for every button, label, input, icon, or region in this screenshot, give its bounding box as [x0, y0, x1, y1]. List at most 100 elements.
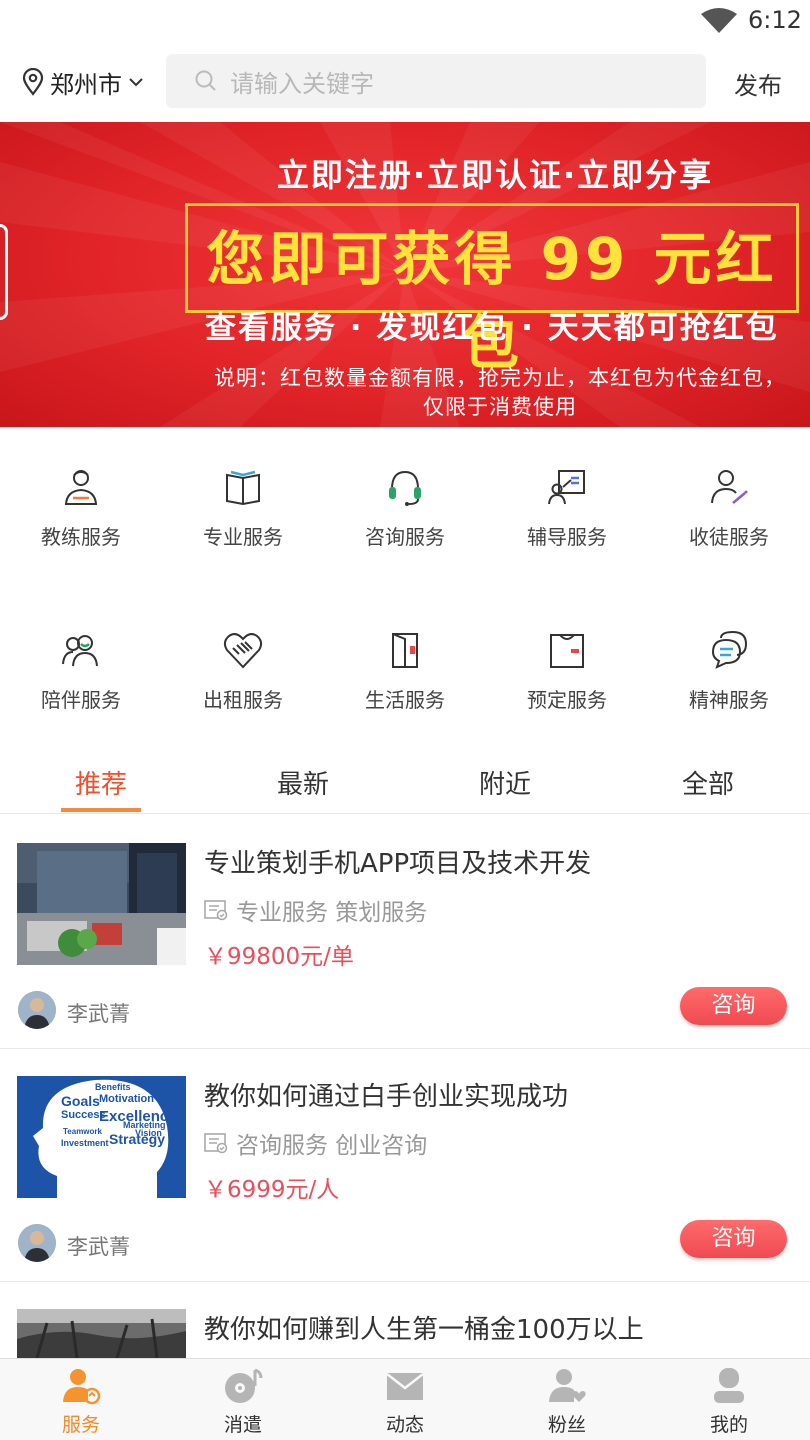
listing-thumbnail-brain[interactable]: Benefits Motivation Goals Success Excell… — [17, 1076, 186, 1198]
listing-tabs: 推荐 最新 附近 全部 — [0, 752, 810, 814]
thumb-word: Vision — [135, 1128, 162, 1138]
thumb-word: Investment — [61, 1138, 109, 1148]
listing-category-text: 专业服务 策划服务 — [236, 900, 428, 926]
banner-note: 说明：红包数量金额有限，抢完为止，本红包为代金红包，仅限于消费使用 — [214, 366, 786, 419]
listing-thumbnail-tree[interactable] — [17, 1309, 186, 1358]
category-label: 预定服务 — [527, 688, 607, 712]
nav-fans[interactable]: 粉丝 — [486, 1359, 648, 1440]
category-reserve[interactable]: 预定服务 — [486, 630, 648, 740]
search-icon — [195, 70, 216, 91]
avatar-image — [18, 1224, 56, 1262]
listing-title[interactable]: 教你如何通过白手创业实现成功 — [204, 1076, 568, 1113]
nav-leisure[interactable]: 消遣 — [162, 1359, 324, 1440]
app-screen: 6:12 郑州市 请输入关键字 发布 立即注册·立即认证·立即分享 您即可获得 … — [0, 0, 810, 1440]
tree-photo — [17, 1309, 186, 1358]
promo-banner[interactable]: 立即注册·立即认证·立即分享 您即可获得 99 元红包 查看服务 · 发现红包 … — [0, 122, 810, 427]
nav-service[interactable]: 服务 — [0, 1359, 162, 1440]
nav-label: 消遣 — [223, 1414, 262, 1436]
category-label: 辅导服务 — [527, 525, 607, 549]
listing-price: ￥6999元/人 — [204, 1177, 340, 1203]
brain-words-image: Benefits Motivation Goals Success Excell… — [17, 1076, 186, 1198]
search-input[interactable]: 请输入关键字 — [166, 54, 706, 108]
door-icon — [392, 633, 418, 668]
tab-recommend[interactable]: 推荐 — [41, 764, 161, 801]
consult-button[interactable]: 咨询 — [680, 1220, 787, 1258]
banner-line1: 立即注册·立即认证·立即分享 — [276, 156, 714, 194]
author-name[interactable]: 李武菁 — [67, 1231, 130, 1261]
search-placeholder: 请输入关键字 — [230, 69, 374, 98]
category-label: 精神服务 — [689, 688, 769, 712]
listing-card[interactable]: 教你如何赚到人生第一桶金100万以上 — [0, 1281, 810, 1358]
coach-icon — [64, 470, 98, 505]
banner-edge-tab — [0, 224, 8, 320]
headset-icon — [389, 470, 421, 506]
category-label: 教练服务 — [41, 525, 121, 549]
category-spirit[interactable]: 精神服务 — [648, 630, 810, 740]
listing-title[interactable]: 专业策划手机APP项目及技术开发 — [204, 843, 591, 880]
listing-price: ￥99800元/单 — [204, 944, 354, 970]
tab-latest[interactable]: 最新 — [243, 764, 363, 801]
listing-thumbnail-office[interactable] — [17, 843, 186, 965]
nav-me[interactable]: 我的 — [648, 1359, 810, 1440]
status-time: 6:12 — [748, 6, 802, 34]
status-bar: 6:12 — [0, 0, 810, 44]
category-label: 出租服务 — [203, 688, 283, 712]
thumb-word: Teamwork — [63, 1127, 103, 1136]
listing-card[interactable]: 专业策划手机APP项目及技术开发 专业服务 策划服务 ￥99800元/单 李武菁… — [0, 815, 810, 1049]
thumb-word: Motivation — [99, 1093, 154, 1105]
category-coach[interactable]: 教练服务 — [0, 467, 162, 577]
author-name[interactable]: 李武菁 — [67, 998, 130, 1028]
office-photo — [17, 843, 186, 965]
listing-card[interactable]: Benefits Motivation Goals Success Excell… — [0, 1048, 810, 1282]
handshake-icon — [223, 633, 263, 669]
category-apprentice[interactable]: 收徒服务 — [648, 467, 810, 577]
category-label: 收徒服务 — [689, 525, 769, 549]
category-rental[interactable]: 出租服务 — [162, 630, 324, 740]
category-tutor[interactable]: 辅导服务 — [486, 467, 648, 577]
profile-icon — [714, 1368, 744, 1403]
category-label: 生活服务 — [365, 688, 445, 712]
avatar-image — [18, 991, 56, 1029]
thumb-word: Benefits — [95, 1082, 131, 1092]
chat-bubble-icon — [711, 630, 748, 669]
category-companion[interactable]: 陪伴服务 — [0, 630, 162, 740]
publish-button[interactable]: 发布 — [734, 66, 782, 101]
category-life[interactable]: 生活服务 — [324, 630, 486, 740]
listing-category-text: 咨询服务 创业咨询 — [236, 1133, 428, 1159]
listing-category: 专业服务 策划服务 — [204, 893, 427, 927]
active-tab-indicator — [61, 808, 141, 812]
category-tag-icon — [204, 1133, 228, 1154]
location-pin-icon — [22, 68, 44, 96]
listing-category: 咨询服务 创业咨询 — [204, 1126, 427, 1160]
top-header: 郑州市 请输入关键字 发布 — [0, 44, 810, 122]
category-label: 陪伴服务 — [41, 688, 121, 712]
music-disc-icon — [225, 1368, 263, 1403]
nav-label: 服务 — [61, 1414, 100, 1436]
banner-line3: 查看服务 · 发现红包 · 天天都可抢红包 — [205, 310, 779, 346]
nav-label: 动态 — [385, 1414, 424, 1436]
reserve-shirt-icon — [550, 634, 584, 668]
listing-title[interactable]: 教你如何赚到人生第一桶金100万以上 — [204, 1309, 644, 1346]
city-selector[interactable]: 郑州市 — [22, 64, 144, 100]
author-avatar[interactable] — [18, 991, 56, 1029]
category-professional[interactable]: 专业服务 — [162, 467, 324, 577]
author-avatar[interactable] — [18, 1224, 56, 1262]
companion-icon — [62, 635, 98, 667]
apprentice-icon — [711, 470, 748, 504]
service-user-icon — [63, 1369, 101, 1405]
category-label: 咨询服务 — [365, 525, 445, 549]
nav-label: 我的 — [709, 1414, 748, 1436]
tutor-board-icon — [548, 470, 585, 505]
thumb-word: Goals — [61, 1093, 100, 1109]
category-tag-icon — [204, 900, 228, 921]
tab-all[interactable]: 全部 — [648, 764, 768, 801]
mail-icon — [386, 1373, 424, 1400]
nav-label: 粉丝 — [547, 1414, 586, 1436]
nav-feed[interactable]: 动态 — [324, 1359, 486, 1440]
tab-nearby[interactable]: 附近 — [445, 764, 565, 801]
category-consult[interactable]: 咨询服务 — [324, 467, 486, 577]
fans-heart-icon — [549, 1369, 586, 1402]
consult-button[interactable]: 咨询 — [680, 987, 787, 1025]
banner-headline: 您即可获得 99 元红包 — [206, 225, 778, 377]
book-icon — [226, 470, 260, 506]
